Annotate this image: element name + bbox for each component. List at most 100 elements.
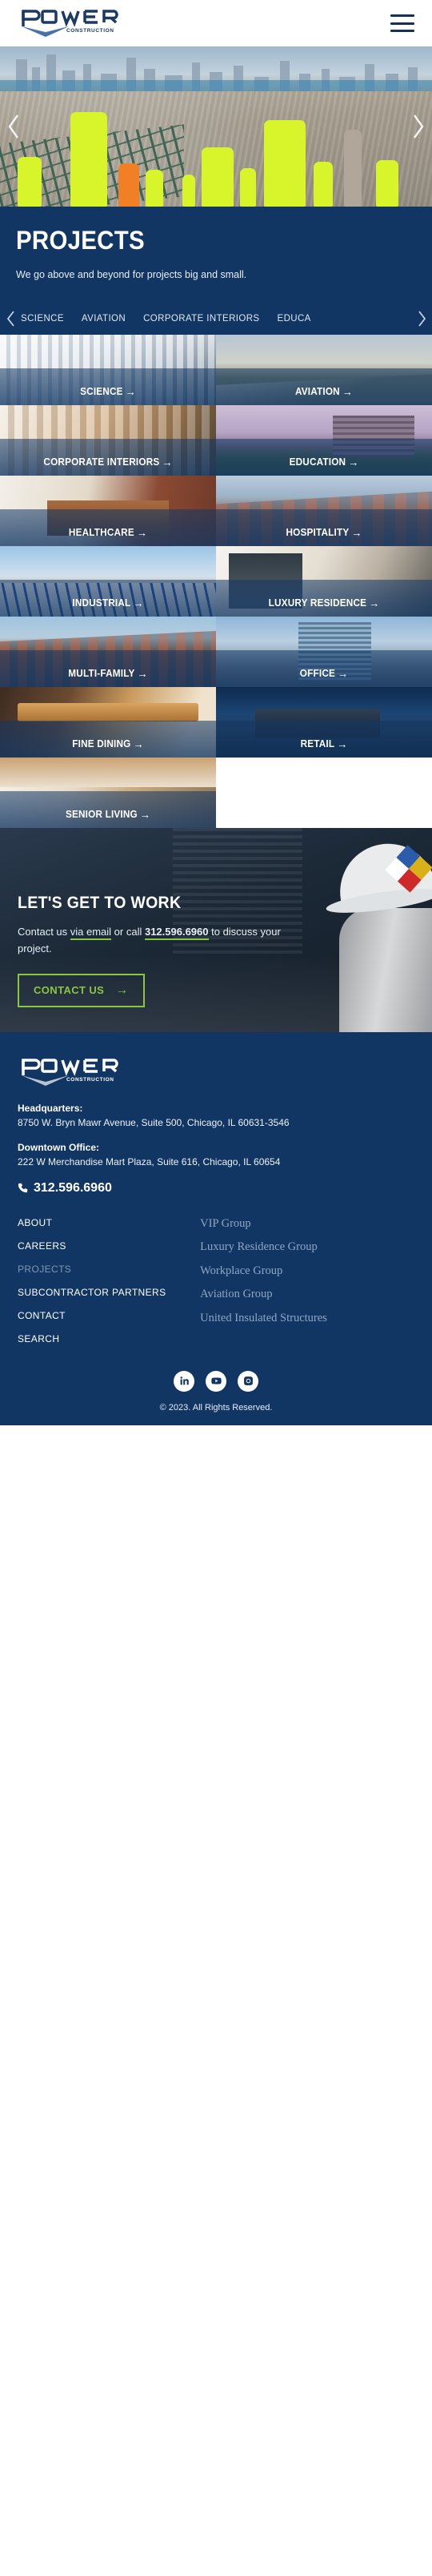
footer-link-projects[interactable]: PROJECTS: [18, 1263, 200, 1276]
project-category-grid: SCIENCE → AVIATION → CORPORATE INTERIORS → …: [0, 335, 432, 829]
arrow-right-icon: →: [133, 737, 144, 751]
contact-us-button[interactable]: CONTACT US →: [18, 973, 145, 1007]
arrow-right-icon: →: [115, 983, 129, 997]
cta-section: LET'S GET TO WORK Contact us via email o…: [0, 828, 432, 1033]
hero-next-arrow[interactable]: [408, 111, 429, 143]
card-label: MULTI-FAMILY →: [6, 668, 210, 679]
youtube-icon[interactable]: [206, 1370, 226, 1392]
hero-skyline: [0, 54, 432, 94]
hero-worker: [314, 162, 333, 207]
project-card-science[interactable]: SCIENCE →: [0, 335, 216, 406]
card-label: HOSPITALITY →: [222, 527, 426, 538]
filter-next-arrow[interactable]: [411, 310, 432, 328]
project-card-retail[interactable]: RETAIL →: [216, 687, 432, 758]
logo-mark: CONSTRUCTION: [22, 10, 118, 37]
chevron-right-icon: [414, 115, 424, 139]
footer-link-subcontractor-partners[interactable]: SUBCONTRACTOR PARTNERS: [18, 1286, 200, 1299]
linkedin-icon[interactable]: [174, 1370, 194, 1392]
downtown-label: Downtown Office:: [18, 1141, 99, 1153]
project-card-aviation[interactable]: AVIATION →: [216, 335, 432, 406]
cta-phone-link[interactable]: 312.596.6960: [144, 926, 209, 941]
project-card-education[interactable]: EDUCATION →: [216, 405, 432, 476]
logo-mark: CONSTRUCTION: [22, 1059, 118, 1087]
footer-groups: VIP Group Luxury Residence Group Workpla…: [200, 1216, 414, 1356]
site-footer: CONSTRUCTION Headquarters: 8750 W. Bryn …: [0, 1032, 432, 1425]
project-card-hospitality[interactable]: HOSPITALITY →: [216, 476, 432, 547]
project-card-senior-living[interactable]: SENIOR LIVING →: [0, 758, 216, 829]
category-filter-bar: SCIENCE AVIATION CORPORATE INTERIORS EDU…: [0, 303, 432, 336]
arrow-right-icon: →: [351, 526, 362, 540]
cta-copy-before: Contact us: [18, 926, 70, 938]
filter-item-education[interactable]: EDUCA: [278, 314, 311, 324]
footer-group-vip[interactable]: VIP Group: [200, 1216, 414, 1232]
footer-link-search[interactable]: SEARCH: [18, 1332, 200, 1345]
hero-worker: [240, 168, 256, 207]
card-label-text: INDUSTRIAL: [72, 597, 131, 609]
social-links: [18, 1356, 414, 1403]
arrow-right-icon: →: [139, 808, 151, 822]
cta-email-link[interactable]: via email: [70, 926, 112, 941]
card-label: INDUSTRIAL →: [6, 597, 210, 609]
card-label: FINE DINING →: [6, 738, 210, 749]
hero-carousel: [0, 46, 432, 207]
card-label-text: LUXURY RESIDENCE: [268, 597, 367, 609]
footer-logo[interactable]: CONSTRUCTION: [18, 1056, 122, 1090]
downtown-address: 222 W Merchandise Mart Plaza, Suite 616,…: [18, 1155, 281, 1167]
card-label-text: FINE DINING: [72, 738, 131, 750]
hamburger-bar: [390, 22, 414, 25]
hero-prev-arrow[interactable]: [3, 111, 24, 143]
card-label-text: SENIOR LIVING: [65, 809, 138, 821]
project-card-office[interactable]: OFFICE →: [216, 617, 432, 688]
card-label: EDUCATION →: [222, 456, 426, 468]
footer-link-contact[interactable]: CONTACT: [18, 1309, 200, 1322]
footer-columns: ABOUT CAREERS PROJECTS SUBCONTRACTOR PAR…: [18, 1216, 414, 1356]
project-card-healthcare[interactable]: HEALTHCARE →: [0, 476, 216, 547]
footer-phone-number: 312.596.6960: [34, 1180, 112, 1195]
filter-item-science[interactable]: SCIENCE: [21, 314, 64, 324]
hero-worker: [118, 163, 139, 207]
footer-link-about[interactable]: ABOUT: [18, 1216, 200, 1229]
card-label-text: RETAIL: [300, 738, 335, 750]
hq-label: Headquarters:: [18, 1103, 83, 1115]
svg-text:CONSTRUCTION: CONSTRUCTION: [66, 1077, 114, 1083]
card-label-text: AVIATION: [294, 386, 340, 398]
card-label: HEALTHCARE →: [6, 527, 210, 538]
hero-worker: [18, 157, 42, 207]
chevron-right-icon: [418, 311, 426, 327]
project-card-multi-family[interactable]: MULTI-FAMILY →: [0, 617, 216, 688]
arrow-right-icon: →: [348, 456, 359, 469]
hero-worker: [146, 170, 163, 207]
filter-item-aviation[interactable]: AVIATION: [82, 314, 126, 324]
project-card-corporate-interiors[interactable]: CORPORATE INTERIORS →: [0, 405, 216, 476]
filter-prev-arrow[interactable]: [0, 310, 21, 328]
footer-group-united-insulated-structures[interactable]: United Insulated Structures: [200, 1311, 414, 1327]
footer-group-luxury-residence[interactable]: Luxury Residence Group: [200, 1240, 414, 1256]
footer-group-workplace[interactable]: Workplace Group: [200, 1264, 414, 1280]
arrow-right-icon: →: [136, 526, 148, 540]
project-card-luxury-residence[interactable]: LUXURY RESIDENCE →: [216, 546, 432, 617]
footer-phone[interactable]: 312.596.6960: [18, 1181, 414, 1196]
chevron-left-icon: [8, 115, 18, 139]
hamburger-menu-icon[interactable]: [390, 14, 414, 32]
instagram-icon[interactable]: [238, 1370, 258, 1392]
arrow-right-icon: →: [342, 385, 354, 399]
card-label: OFFICE →: [222, 668, 426, 679]
project-card-fine-dining[interactable]: FINE DINING →: [0, 687, 216, 758]
card-label: CORPORATE INTERIORS →: [6, 456, 210, 468]
project-card-industrial[interactable]: INDUSTRIAL →: [0, 546, 216, 617]
chevron-left-icon: [6, 311, 14, 327]
page-title-band: PROJECTS We go above and beyond for proj…: [0, 207, 432, 303]
hero-worker: [264, 120, 306, 207]
phone-icon: [18, 1183, 28, 1193]
arrow-right-icon: →: [137, 667, 148, 681]
category-filter-track[interactable]: SCIENCE AVIATION CORPORATE INTERIORS EDU…: [21, 314, 411, 324]
card-label: AVIATION →: [222, 386, 426, 397]
card-label: LUXURY RESIDENCE →: [222, 597, 426, 609]
filter-item-corporate-interiors[interactable]: CORPORATE INTERIORS: [143, 314, 259, 324]
arrow-right-icon: →: [133, 597, 144, 610]
card-label: SCIENCE →: [6, 386, 210, 397]
power-construction-logo[interactable]: CONSTRUCTION: [18, 7, 122, 39]
footer-link-careers[interactable]: CAREERS: [18, 1240, 200, 1252]
footer-group-aviation[interactable]: Aviation Group: [200, 1287, 414, 1303]
hero-concrete-hose: [344, 130, 362, 207]
